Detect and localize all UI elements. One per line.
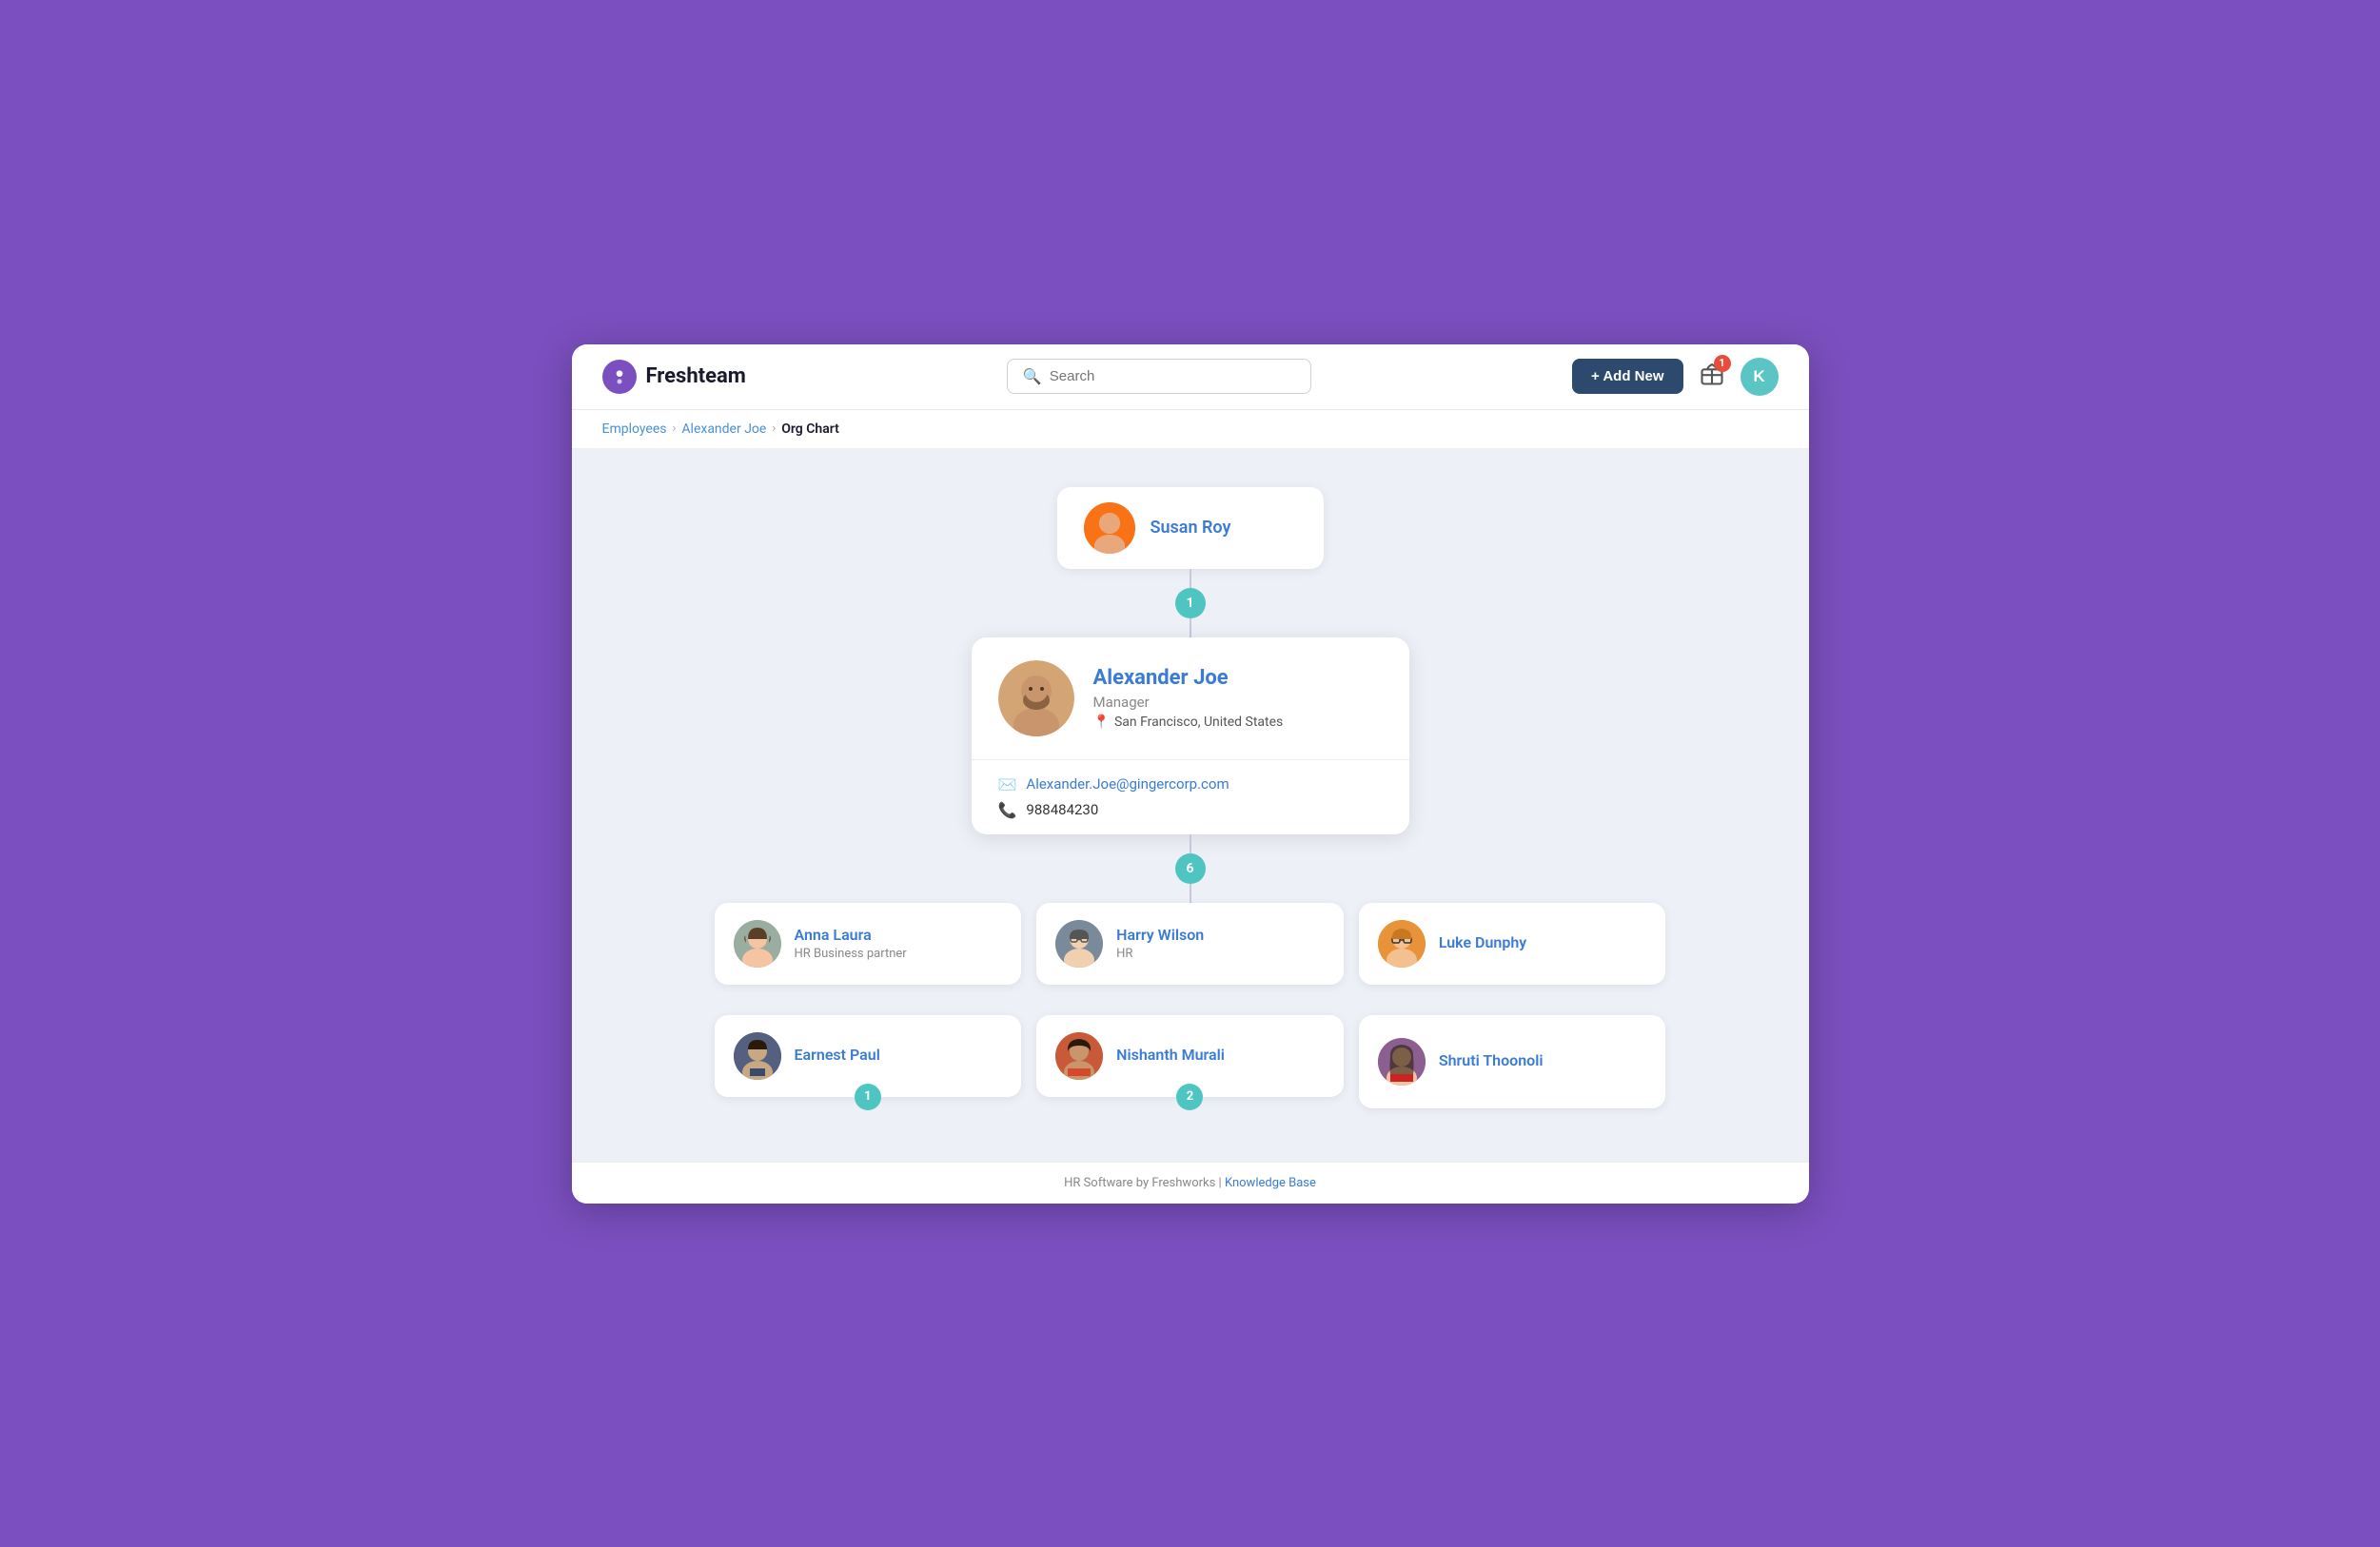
breadcrumb-employees[interactable]: Employees <box>602 421 667 437</box>
breadcrumb: Employees › Alexander Joe › Org Chart <box>572 410 1809 449</box>
nishanth-count-bubble[interactable]: 2 <box>1176 1084 1203 1110</box>
notification-badge: 1 <box>1714 355 1731 372</box>
luke-avatar <box>1378 920 1426 968</box>
main-role: Manager <box>1093 694 1284 711</box>
user-avatar-button[interactable]: K <box>1741 358 1779 396</box>
footer-text: HR Software <box>1064 1176 1132 1190</box>
root-count-bubble[interactable]: 1 <box>1175 588 1206 618</box>
shruti-avatar <box>1378 1038 1426 1086</box>
child-card-nishanth[interactable]: Nishanth Murali 2 <box>1036 1015 1344 1097</box>
luke-name: Luke Dunphy <box>1439 933 1526 951</box>
app-window: Freshteam 🔍 + Add New 1 K Employe <box>572 344 1809 1204</box>
anna-avatar <box>734 920 781 968</box>
luke-info: Luke Dunphy <box>1439 933 1526 954</box>
anna-info: Anna Laura HR Business partner <box>795 926 907 961</box>
org-chart: Susan Roy 1 <box>629 487 1752 1124</box>
main-card[interactable]: Alexander Joe Manager 📍 San Francisco, U… <box>972 637 1409 834</box>
root-name: Susan Roy <box>1151 518 1231 538</box>
breadcrumb-sep-2: › <box>772 421 776 436</box>
root-connector: Susan Roy 1 <box>1057 487 1324 637</box>
child-card-luke[interactable]: Luke Dunphy <box>1359 903 1666 985</box>
main-avatar <box>998 660 1074 736</box>
main-content: Susan Roy 1 <box>572 449 1809 1162</box>
shruti-name: Shruti Thoonoli <box>1439 1051 1544 1069</box>
anna-role: HR Business partner <box>795 947 907 961</box>
header-actions: + Add New 1 K <box>1572 358 1779 396</box>
child-card-shruti[interactable]: Shruti Thoonoli <box>1359 1015 1666 1108</box>
footer-knowledge-base-link[interactable]: Knowledge Base <box>1225 1176 1316 1190</box>
main-name: Alexander Joe <box>1093 666 1284 690</box>
app-logo-icon <box>602 360 637 394</box>
line-main-to-bubble <box>1190 834 1191 853</box>
nishanth-avatar <box>1055 1032 1103 1080</box>
breadcrumb-org-chart: Org Chart <box>781 421 839 437</box>
search-box: 🔍 <box>1007 359 1311 394</box>
anna-name: Anna Laura <box>795 926 907 944</box>
add-new-button[interactable]: + Add New <box>1572 359 1683 394</box>
breadcrumb-sep-1: › <box>673 421 677 436</box>
earnest-avatar <box>734 1032 781 1080</box>
location-pin-icon: 📍 <box>1093 715 1110 730</box>
app-name: Freshteam <box>646 364 746 388</box>
breadcrumb-alexander-joe[interactable]: Alexander Joe <box>681 421 766 437</box>
earnest-count-bubble[interactable]: 1 <box>855 1084 881 1110</box>
earnest-name: Earnest Paul <box>795 1046 880 1064</box>
line-bubble-to-main <box>1190 618 1191 637</box>
harry-role: HR <box>1116 947 1204 961</box>
logo-area: Freshteam <box>602 360 746 394</box>
email-icon: ✉️ <box>998 775 1017 793</box>
footer: HR Software by Freshworks | Knowledge Ba… <box>572 1162 1809 1204</box>
main-card-bottom: ✉️ Alexander.Joe@gingercorp.com 📞 988484… <box>972 759 1409 834</box>
line-root-to-bubble <box>1190 569 1191 588</box>
search-icon: 🔍 <box>1023 367 1042 385</box>
root-card[interactable]: Susan Roy <box>1057 487 1324 569</box>
phone-number: 988484230 <box>1026 801 1098 818</box>
shruti-info: Shruti Thoonoli <box>1439 1051 1544 1072</box>
nishanth-info: Nishanth Murali <box>1116 1046 1225 1067</box>
main-info: Alexander Joe Manager 📍 San Francisco, U… <box>1093 666 1284 730</box>
footer-by: by Freshworks <box>1136 1176 1216 1190</box>
main-count-bubble[interactable]: 6 <box>1175 853 1206 884</box>
search-input[interactable] <box>1050 368 1295 384</box>
child-card-anna[interactable]: Anna Laura HR Business partner <box>715 903 1022 985</box>
email-row: ✉️ Alexander.Joe@gingercorp.com <box>998 775 1383 793</box>
children-grid: Anna Laura HR Business partner <box>715 903 1666 1124</box>
harry-info: Harry Wilson HR <box>1116 926 1204 961</box>
harry-name: Harry Wilson <box>1116 926 1204 944</box>
main-connector: Alexander Joe Manager 📍 San Francisco, U… <box>972 637 1409 903</box>
children-section: Anna Laura HR Business partner <box>715 903 1666 1124</box>
search-area: 🔍 <box>761 359 1557 394</box>
child-card-harry[interactable]: Harry Wilson HR <box>1036 903 1344 985</box>
header: Freshteam 🔍 + Add New 1 K <box>572 344 1809 410</box>
child-card-earnest[interactable]: Earnest Paul 1 <box>715 1015 1022 1097</box>
root-avatar <box>1084 502 1135 554</box>
phone-row: 📞 988484230 <box>998 801 1383 819</box>
notifications-button[interactable]: 1 <box>1699 361 1725 393</box>
harry-avatar <box>1055 920 1103 968</box>
main-card-top: Alexander Joe Manager 📍 San Francisco, U… <box>972 637 1409 759</box>
earnest-info: Earnest Paul <box>795 1046 880 1067</box>
nishanth-name: Nishanth Murali <box>1116 1046 1225 1064</box>
main-location: 📍 San Francisco, United States <box>1093 715 1284 730</box>
email-link[interactable]: Alexander.Joe@gingercorp.com <box>1026 775 1229 793</box>
line-bubble-to-children <box>1190 884 1191 903</box>
phone-icon: 📞 <box>998 801 1017 819</box>
